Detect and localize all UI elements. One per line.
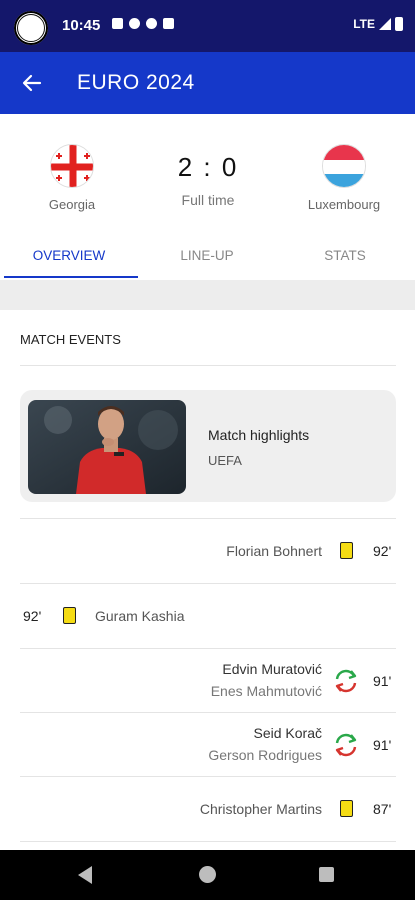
highlights-source: UEFA [208,453,242,468]
divider [20,841,396,842]
app-bar: EURO 2024 [0,52,415,114]
notification-app-icon [146,18,157,29]
system-nav-bar [0,850,415,900]
tab-line-up[interactable]: LINE-UP [138,238,276,280]
section-title: MATCH EVENTS [20,332,121,347]
match-score: 2 : 0 [177,152,239,182]
substitution-icon [335,733,357,757]
event-row[interactable]: Florian Bohnert 92' [20,519,396,583]
event-player: Christopher Martins [199,801,322,817]
notification-app-icon [112,18,123,29]
sub-player-out: Enes Mahmutović [210,683,322,699]
event-minute: 91' [373,737,392,753]
signal-icon [379,18,391,30]
battery-icon [395,17,403,31]
yellow-card-icon [340,800,353,817]
status-time: 10:45 [62,17,101,34]
network-type: LTE [353,17,375,31]
page-title: EURO 2024 [77,71,195,94]
yellow-card-icon [63,607,76,624]
nav-recents-icon[interactable] [319,867,334,882]
highlights-title: Match highlights [208,427,310,443]
match-highlights-card[interactable]: Match highlights UEFA [20,390,396,502]
yellow-card-icon [340,542,353,559]
event-player: Florian Bohnert [226,543,322,559]
event-row[interactable]: 92' Guram Kashia [20,584,396,648]
nav-back-icon[interactable] [78,866,92,884]
home-team-name: Georgia [48,197,96,212]
event-minute: 87' [373,801,392,817]
event-minute: 92' [373,543,392,559]
sub-player-in: Seid Korač [253,725,322,741]
event-minute: 91' [373,673,392,689]
georgia-flag-icon [50,144,94,188]
section-spacer [0,280,415,310]
away-team[interactable]: Luxembourg [284,144,404,212]
event-row[interactable]: Edvin Muratović Enes Mahmutović 91' [20,649,396,713]
status-bar: 10:45 LTE [0,0,415,52]
tab-stats[interactable]: STATS [276,238,414,280]
match-status: Full time [181,192,235,208]
arrow-left-icon[interactable] [18,69,46,97]
sub-player-in: Edvin Muratović [222,661,322,677]
home-team[interactable]: Georgia [12,144,132,212]
notification-sd-icon [163,18,174,29]
status-right: LTE [353,17,403,31]
sub-player-out: Gerson Rodrigues [208,747,322,763]
luxembourg-flag-icon [322,144,366,188]
notification-settings-icon [129,18,140,29]
match-header: Georgia 2 : 0 Full time Luxembourg [0,114,415,238]
away-team-name: Luxembourg [307,197,381,212]
highlights-thumbnail [28,400,186,494]
divider [20,365,396,366]
event-minute: 92' [23,608,42,624]
tab-overview[interactable]: OVERVIEW [0,238,138,280]
back-arrow-svg [22,74,42,92]
event-row[interactable]: Christopher Martins 87' [20,777,396,841]
notification-icons [112,18,174,29]
tab-bar: OVERVIEW LINE-UP STATS [0,238,415,280]
substitution-icon [335,669,357,693]
event-player: Guram Kashia [95,608,185,624]
event-row[interactable]: Seid Korač Gerson Rodrigues 91' [20,713,396,777]
overview-content[interactable]: MATCH EVENTS Match highlights UEFA Flori… [0,310,415,850]
nav-home-icon[interactable] [199,866,216,883]
status-avatar-icon [14,11,48,45]
